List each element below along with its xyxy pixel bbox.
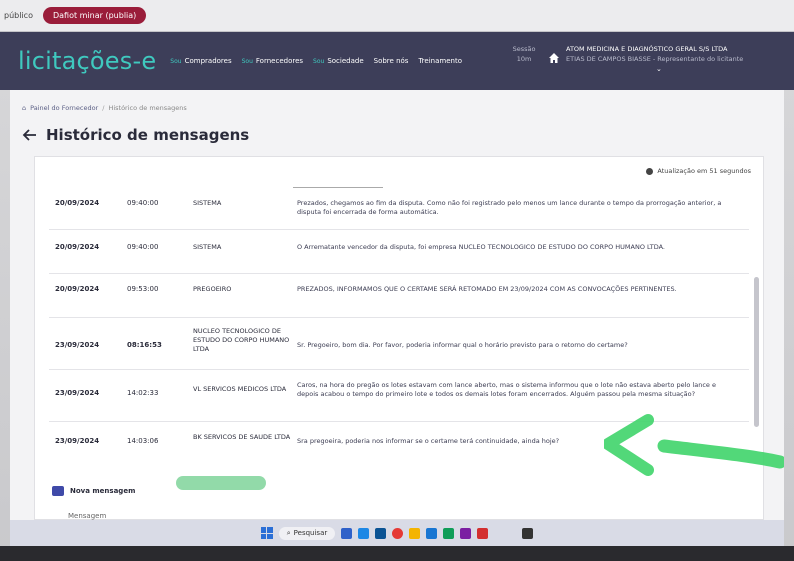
browser-prefix: público <box>4 11 33 20</box>
app-header: licitações-e Sou Compradores Sou Fornecedo… <box>0 32 794 90</box>
windows-icon[interactable] <box>260 527 273 539</box>
app-icon-8[interactable] <box>460 527 472 539</box>
message-time: 14:02:33 <box>127 389 159 397</box>
redaction-mark <box>176 476 266 490</box>
breadcrumb-home-icon[interactable]: ⌂ <box>22 104 26 112</box>
message-sender: SISTEMA <box>193 199 222 207</box>
scrollbar[interactable] <box>754 277 759 427</box>
message-date: 20/09/2024 <box>55 199 100 207</box>
message-date: 20/09/2024 <box>55 243 100 251</box>
org-sub: ETIAS DE CAMPOS BIASSE - Representante d… <box>566 55 744 63</box>
app-icon-7[interactable] <box>443 527 455 539</box>
breadcrumb-current: Histórico de mensagens <box>108 104 187 112</box>
divider <box>293 187 383 188</box>
message-time: 09:53:00 <box>127 285 159 293</box>
message-date: 23/09/2024 <box>55 437 100 445</box>
app-icon-1[interactable] <box>341 527 353 539</box>
home-icon[interactable] <box>548 52 560 64</box>
app-icon-4[interactable] <box>392 527 404 539</box>
nav-item-sociedade[interactable]: Sou Sociedade <box>313 57 364 65</box>
message-text: Sr. Pregoeiro, bom dia. Por favor, poder… <box>297 341 628 349</box>
browser-strip: público Dafiot minar (publia) <box>0 0 794 32</box>
message-text: PREZADOS, INFORMAMOS QUE O CERTAME SERÁ … <box>297 285 677 293</box>
message-sender: BK SERVICOS DE SAUDE LTDA <box>193 433 291 441</box>
message-sender: VL SERVICOS MEDICOS LTDA <box>193 385 287 393</box>
message-sender: NUCLEO TECNOLOGICO DE ESTUDO DO CORPO HU… <box>193 327 290 353</box>
logo[interactable]: licitações-e <box>18 47 156 75</box>
org-name: ATOM MEDICINA E DIAGNÓSTICO GERAL S/S LT… <box>566 45 728 53</box>
message-sender: PREGOEIRO <box>193 285 232 293</box>
message-text: Caros, na hora do pregão os lotes estava… <box>297 381 716 398</box>
message-date: 20/09/2024 <box>55 285 100 293</box>
screen: público Dafiot minar (publia) licitações… <box>0 0 794 561</box>
annotation-arrow <box>604 410 784 500</box>
session-timer: Sessão 10m <box>512 45 536 63</box>
refresh-indicator: Atualização em 51 segundos <box>646 167 751 175</box>
message-date: 23/09/2024 <box>55 341 100 349</box>
message-date: 23/09/2024 <box>55 389 100 397</box>
refresh-text: Atualização em 51 segundos <box>657 167 751 175</box>
breadcrumb-home[interactable]: Painel do Fornecedor <box>30 104 98 112</box>
row-divider <box>49 317 749 318</box>
row-divider <box>49 273 749 274</box>
message-sender: SISTEMA <box>193 243 222 251</box>
main-nav: Sou Compradores Sou Fornecedores Sou Socied… <box>170 57 462 65</box>
page-heading: Histórico de mensagens <box>46 126 250 144</box>
open-button[interactable]: Dafiot minar (publia) <box>42 7 147 24</box>
chat-icon <box>52 486 64 496</box>
message-text: O Arrematante vencedor da disputa, foi e… <box>297 243 665 251</box>
refresh-icon <box>646 167 654 175</box>
breadcrumb-separator: / <box>102 104 105 112</box>
nav-item-sobre[interactable]: Sobre nós <box>374 57 409 65</box>
new-message-header: Nova mensagem <box>52 486 135 496</box>
app-icon-10[interactable] <box>522 527 534 539</box>
search-icon: ⌕ <box>286 528 291 537</box>
monitor-bezel <box>0 546 794 561</box>
app-icon-3[interactable] <box>375 527 387 539</box>
message-time: 08:16:53 <box>127 341 162 349</box>
message-time: 09:40:00 <box>127 199 159 207</box>
taskbar: ⌕ Pesquisar <box>10 520 784 546</box>
row-divider <box>49 229 749 230</box>
message-input-label[interactable]: Mensagem <box>68 512 106 520</box>
page-title: Histórico de mensagens <box>22 126 249 144</box>
row-divider <box>49 369 749 370</box>
nav-item-compradores[interactable]: Sou Compradores <box>170 57 231 65</box>
taskbar-search[interactable]: ⌕ Pesquisar <box>278 526 336 540</box>
message-text: Prezados, chegamos ao fim da disputa. Co… <box>297 199 722 216</box>
new-message-label: Nova mensagem <box>70 487 136 495</box>
message-time: 14:03:06 <box>127 437 159 445</box>
chevron-down-icon[interactable]: ⌄ <box>656 64 786 74</box>
app-icon-6[interactable] <box>426 527 438 539</box>
back-arrow-icon[interactable] <box>22 127 38 143</box>
breadcrumb: ⌂ Painel do Fornecedor / Histórico de me… <box>22 104 187 112</box>
app-icon-5[interactable] <box>409 527 421 539</box>
app-icon-2[interactable] <box>358 527 370 539</box>
message-time: 09:40:00 <box>127 243 159 251</box>
nav-item-fornecedores[interactable]: Sou Fornecedores <box>242 57 303 65</box>
app-icon-9[interactable] <box>477 527 489 539</box>
nav-item-treinamento[interactable]: Treinamento <box>418 57 462 65</box>
org-info[interactable]: ATOM MEDICINA E DIAGNÓSTICO GERAL S/S LT… <box>566 44 786 74</box>
